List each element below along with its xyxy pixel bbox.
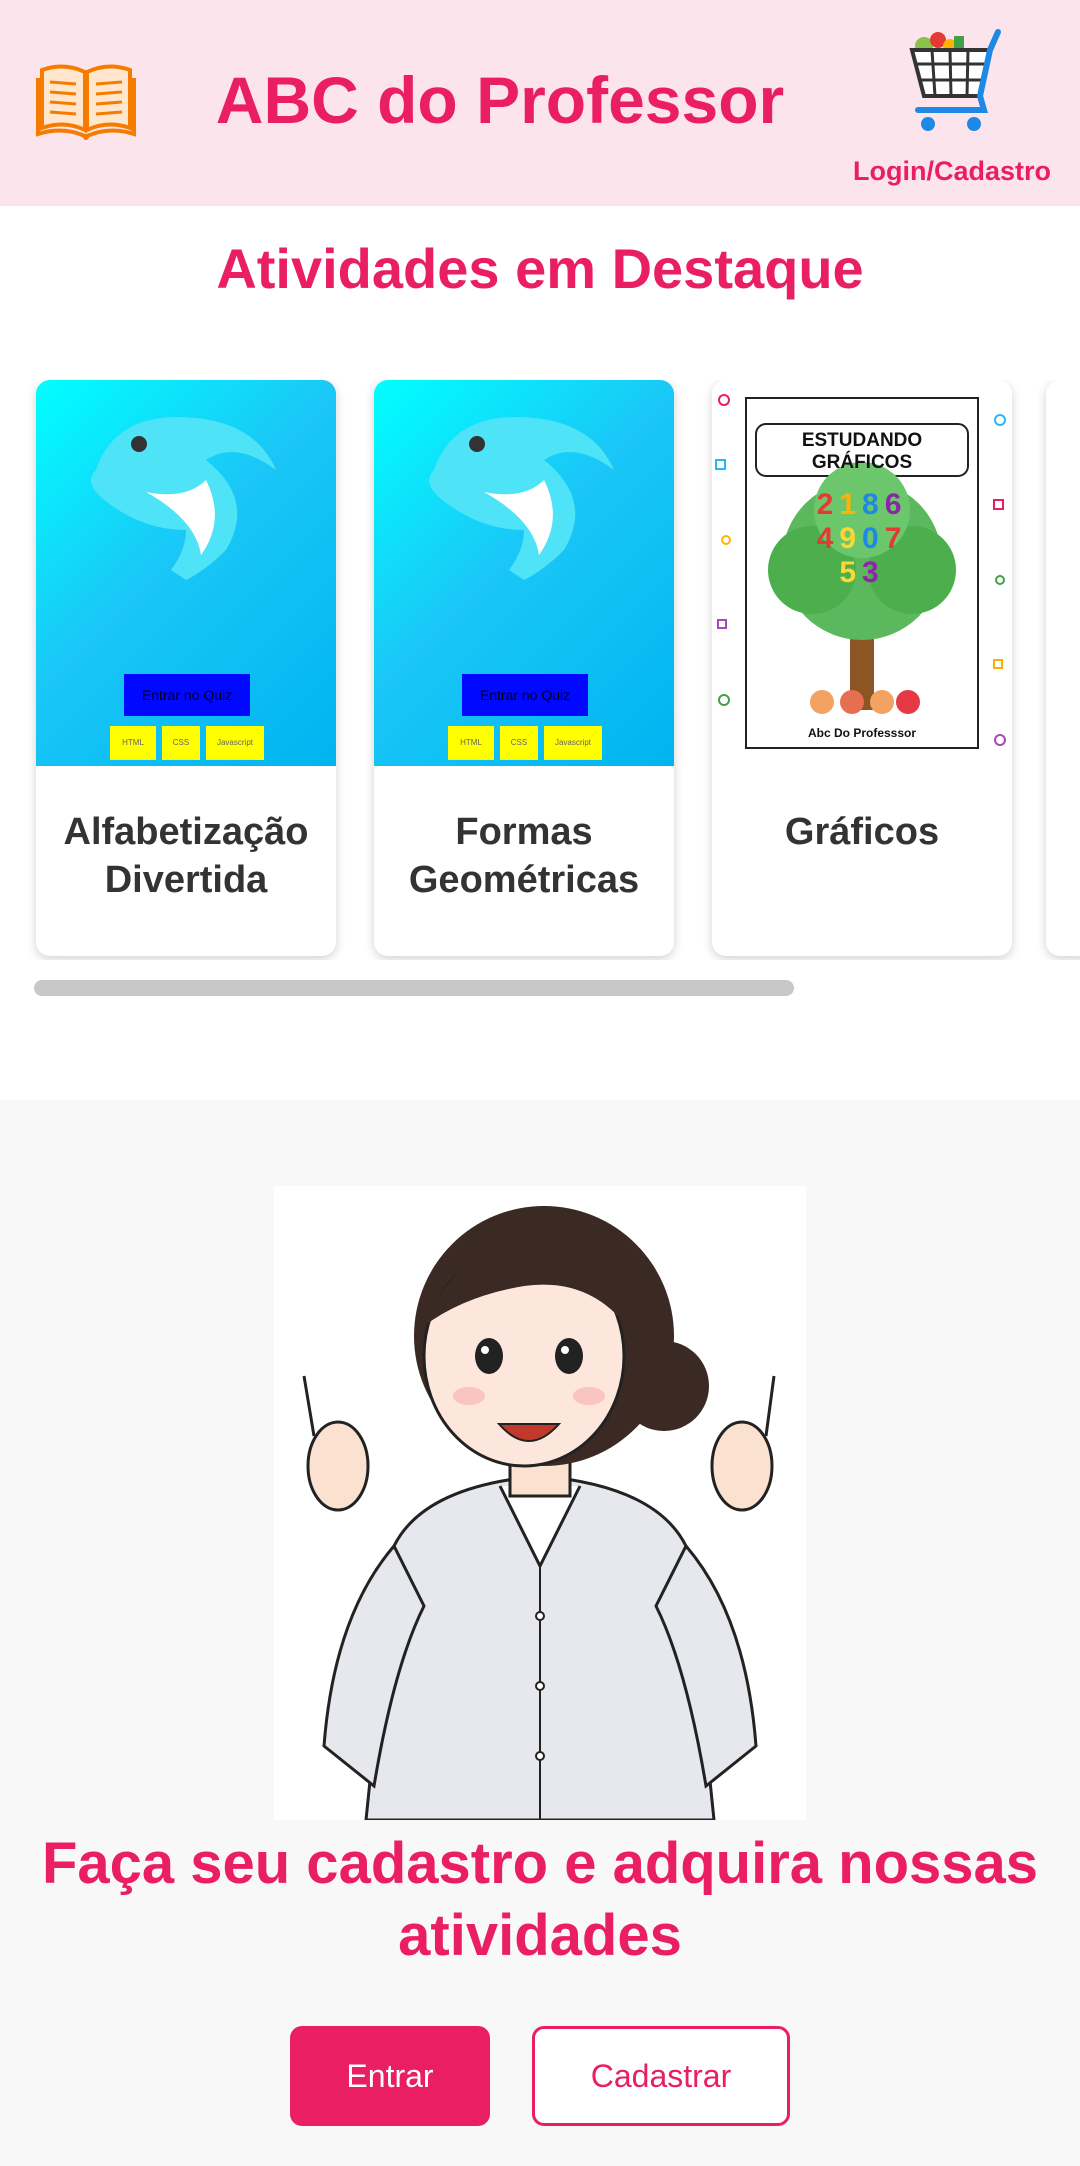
signup-message: Faça seu cadastro e adquira nossas ativi… xyxy=(41,1831,1039,1968)
cover-footer: Abc Do Professsor xyxy=(807,726,917,740)
estudando-graficos-cover: ESTUDANDO GRÁFICOS 2186 4907 53 Abc Do P… xyxy=(712,380,1012,766)
cover-title: ESTUDANDO GRÁFICOS xyxy=(801,430,923,473)
featured-section-title: Atividades em Destaque xyxy=(216,237,864,300)
cover-numbers: 2186 4907 53 xyxy=(816,488,908,589)
activity-card-title: Alfabetização Divertida xyxy=(63,811,309,901)
activity-card-title: Gráficos xyxy=(784,811,940,853)
signup-section: Faça seu cadastro e adquira nossas ativi… xyxy=(0,1100,1080,2166)
activity-card[interactable]: ESTUDANDO GRÁFICOS 2186 4907 53 Abc Do P… xyxy=(712,380,1012,956)
login-cart-link[interactable]: Login/Cadastro xyxy=(852,18,1052,186)
quiz-button[interactable]: Entrar no Quiz xyxy=(462,674,588,716)
html-chip[interactable]: HTML xyxy=(448,726,494,760)
register-button[interactable]: Cadastrar xyxy=(532,2026,790,2126)
activity-card-title: Formas Geométricas xyxy=(408,811,640,901)
html-chip[interactable]: HTML xyxy=(110,726,156,760)
dolphin-quiz-cover: Entrar no Quiz HTML CSS Javascript xyxy=(374,380,674,766)
activity-card[interactable] xyxy=(1046,380,1080,956)
enter-button[interactable]: Entrar xyxy=(290,2026,490,2126)
teacher-illustration-drawing xyxy=(302,1206,776,1822)
carousel-scrollbar[interactable] xyxy=(34,980,794,996)
app-header: ABC do Professor Login/Cadastro xyxy=(0,0,1080,206)
featured-carousel[interactable]: Entrar no Quiz HTML CSS Javascript Alfab… xyxy=(0,380,1080,960)
dolphin-icon xyxy=(91,417,276,580)
dolphin-quiz-cover: Entrar no Quiz HTML CSS Javascript xyxy=(36,380,336,766)
activity-card[interactable]: Entrar no Quiz HTML CSS Javascript Forma… xyxy=(374,380,674,956)
login-link[interactable]: Login/Cadastro xyxy=(852,156,1052,187)
activity-card[interactable]: Entrar no Quiz HTML CSS Javascript Alfab… xyxy=(36,380,336,956)
app-title: ABC do Professor xyxy=(215,63,785,137)
teacher-illustration xyxy=(274,1186,806,1822)
javascript-chip[interactable]: Javascript xyxy=(206,726,264,760)
css-chip[interactable]: CSS xyxy=(500,726,538,760)
javascript-chip[interactable]: Javascript xyxy=(544,726,602,760)
dolphin-icon xyxy=(429,417,614,580)
css-chip[interactable]: CSS xyxy=(162,726,200,760)
shopping-cart-icon xyxy=(909,29,1001,131)
quiz-button[interactable]: Entrar no Quiz xyxy=(124,674,250,716)
